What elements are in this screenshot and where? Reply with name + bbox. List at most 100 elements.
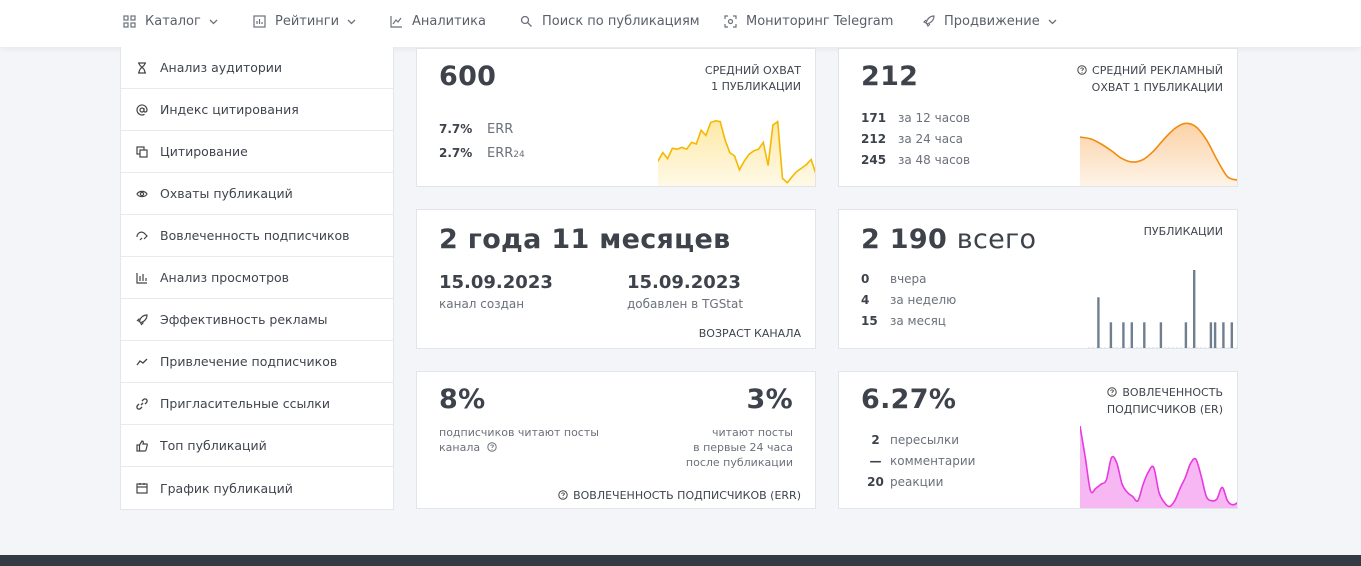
- err-right-desc-line3: после публикации: [685, 456, 793, 469]
- age-caption: ВОЗРАСТ КАНАЛА: [698, 327, 801, 340]
- nav-monitoring[interactable]: Мониторинг Telegram: [724, 0, 893, 42]
- trend-icon: [136, 356, 148, 368]
- sidebar-item-label: Охваты публикаций: [160, 186, 293, 201]
- er-caption-line2: ПОДПИСЧИКОВ (ER): [1106, 403, 1223, 416]
- age-value: 2 года 11 месяцев: [439, 224, 731, 255]
- ad-reach-caption-line2: ОХВАТ 1 ПУБЛИКАЦИИ: [1091, 81, 1223, 94]
- sidebar-item-subscriber-growth[interactable]: Привлечение подписчиков: [121, 341, 393, 383]
- ad-reach-value: 212: [861, 61, 919, 92]
- sidebar-item-citation-index[interactable]: Индекс цитирования: [121, 89, 393, 131]
- err-caption: ВОВЛЕЧЕННОСТЬ ПОДПИСЧИКОВ (ERR): [558, 488, 801, 505]
- bar-chart-icon: [136, 272, 148, 284]
- hourglass-icon: [136, 61, 148, 74]
- posts-row: 15 за месяц: [861, 314, 946, 328]
- er-caption: ВОВЛЕЧЕННОСТЬ ПОДПИСЧИКОВ (ER): [1107, 385, 1223, 418]
- question-circle-icon[interactable]: [1077, 64, 1087, 80]
- er-row-value: —: [869, 454, 882, 468]
- posts-bar: [1230, 322, 1233, 348]
- card-posts: 2 190 всего ПУБЛИКАЦИИ 0 вчера 4 за неделю…: [838, 209, 1238, 349]
- ad-reach-row-value: 171: [861, 111, 887, 125]
- nav-search-posts-label: Поиск по публикациям: [542, 13, 700, 29]
- card-err: 8% подписчиков читают посты канала 3% чи…: [416, 371, 816, 509]
- err-left-desc-line2: канала: [439, 441, 481, 454]
- nav-promotion-label: Продвижение: [944, 13, 1040, 29]
- sidebar-item-ad-efficiency[interactable]: Эффективность рекламы: [121, 299, 393, 341]
- sidebar-item-top-posts[interactable]: Топ публикаций: [121, 425, 393, 467]
- nav-catalog-label: Каталог: [145, 13, 201, 29]
- err24-subscript: 24: [513, 150, 525, 160]
- sidebar-item-post-schedule[interactable]: График публикаций: [121, 467, 393, 509]
- question-circle-icon[interactable]: [1107, 386, 1118, 402]
- nav-ratings[interactable]: Рейтинги: [253, 0, 356, 42]
- err-left-desc-line1: подписчиков читают посты: [439, 426, 599, 439]
- chevron-down-icon: [347, 17, 356, 26]
- ad-reach-row: 212 за 24 часа: [861, 132, 963, 146]
- nav-search-posts[interactable]: Поиск по публикациям: [520, 0, 700, 42]
- posts-value: 2 190 всего: [861, 224, 1036, 255]
- created-label: канал создан: [439, 297, 525, 311]
- sidebar-item-citations[interactable]: Цитирование: [121, 131, 393, 173]
- sidebar-item-views-analysis[interactable]: Анализ просмотров: [121, 257, 393, 299]
- top-navigation: Каталог Рейтинги Аналитика Поиск по публ…: [0, 0, 1361, 47]
- er-caption-line1: ВОВЛЕЧЕННОСТЬ: [1122, 386, 1223, 399]
- sidebar-item-post-reach[interactable]: Охваты публикаций: [121, 173, 393, 215]
- reach-caption-line1: СРЕДНИЙ ОХВАТ: [704, 64, 801, 77]
- calendar-icon: [136, 482, 148, 494]
- ad-reach-row-label: за 48 часов: [898, 153, 971, 167]
- sidebar-item-label: Эффективность рекламы: [160, 312, 328, 327]
- rocket-icon: [922, 14, 935, 28]
- sidebar-item-label: Пригласительные ссылки: [160, 396, 330, 411]
- posts-bar: [1209, 322, 1213, 348]
- posts-row-value: 15: [861, 314, 878, 328]
- ad-reach-row: 171 за 12 часов: [861, 111, 970, 125]
- nav-ratings-label: Рейтинги: [275, 13, 340, 29]
- ad-reach-row: 245 за 48 часов: [861, 153, 970, 167]
- sidebar-item-audience[interactable]: Анализ аудитории: [121, 47, 393, 89]
- er-row: 20 реакции: [861, 475, 943, 489]
- reach-caption-line2: 1 ПУБЛИКАЦИИ: [711, 80, 801, 93]
- posts-bars: [1088, 270, 1237, 348]
- card-ad-reach: 212 СРЕДНИЙ РЕКЛАМНЫЙ ОХВАТ 1 ПУБЛИКАЦИИ…: [838, 48, 1238, 187]
- err24-row: 2.7% ERR 24: [439, 146, 525, 161]
- posts-caption: ПУБЛИКАЦИИ: [1143, 225, 1223, 238]
- sidebar-item-label: Анализ просмотров: [160, 270, 290, 285]
- er-row-label: комментарии: [890, 454, 976, 468]
- nav-analytics-label: Аналитика: [412, 13, 486, 29]
- question-circle-icon[interactable]: [558, 489, 568, 505]
- chevron-down-icon: [1048, 17, 1057, 26]
- thumbs-up-icon: [136, 439, 148, 452]
- ad-reach-caption: СРЕДНИЙ РЕКЛАМНЫЙ ОХВАТ 1 ПУБЛИКАЦИИ: [1077, 63, 1223, 96]
- posts-suffix: всего: [956, 224, 1037, 255]
- eye-icon: [136, 188, 148, 200]
- search-icon: [520, 15, 533, 28]
- nav-analytics[interactable]: Аналитика: [390, 0, 486, 42]
- er-series-area: [1080, 426, 1237, 508]
- reach-caption: СРЕДНИЙ ОХВАТ 1 ПУБЛИКАЦИИ: [705, 63, 801, 95]
- ad-reach-row-label: за 24 часа: [898, 132, 964, 146]
- er-row-value: 20: [867, 475, 884, 489]
- question-circle-icon[interactable]: [486, 441, 497, 456]
- nav-promotion[interactable]: Продвижение: [922, 0, 1057, 42]
- card-channel-age: 2 года 11 месяцев 15.09.2023 канал созда…: [416, 209, 816, 349]
- posts-total: 2 190: [861, 224, 948, 255]
- copy-icon: [136, 145, 148, 158]
- posts-row-label: за месяц: [890, 314, 946, 328]
- err24-label: ERR: [487, 146, 514, 161]
- err-label: ERR: [487, 122, 514, 137]
- err-caption-text: ВОВЛЕЧЕННОСТЬ ПОДПИСЧИКОВ (ERR): [573, 489, 801, 502]
- nav-monitoring-label: Мониторинг Telegram: [746, 13, 894, 29]
- added-label: добавлен в TGStat: [627, 297, 744, 311]
- card-average-reach: 600 СРЕДНИЙ ОХВАТ 1 ПУБЛИКАЦИИ 7.7% ERR …: [416, 48, 816, 187]
- nav-catalog[interactable]: Каталог: [123, 0, 218, 42]
- ad-reach-row-label: за 12 часов: [898, 111, 971, 125]
- sidebar-item-invite-links[interactable]: Пригласительные ссылки: [121, 383, 393, 425]
- er-row: — комментарии: [861, 454, 976, 468]
- err-left-desc: подписчиков читают посты канала: [439, 425, 599, 456]
- grid-icon: [123, 14, 136, 28]
- posts-bar: [1222, 322, 1225, 348]
- err-value: 7.7%: [439, 122, 473, 136]
- posts-bar: [1109, 322, 1113, 348]
- posts-bar: [1193, 270, 1196, 348]
- card-er: 6.27% ВОВЛЕЧЕННОСТЬ ПОДПИСЧИКОВ (ER) 2 пе…: [838, 371, 1238, 509]
- sidebar-item-engagement[interactable]: Вовлеченность подписчиков: [121, 215, 393, 257]
